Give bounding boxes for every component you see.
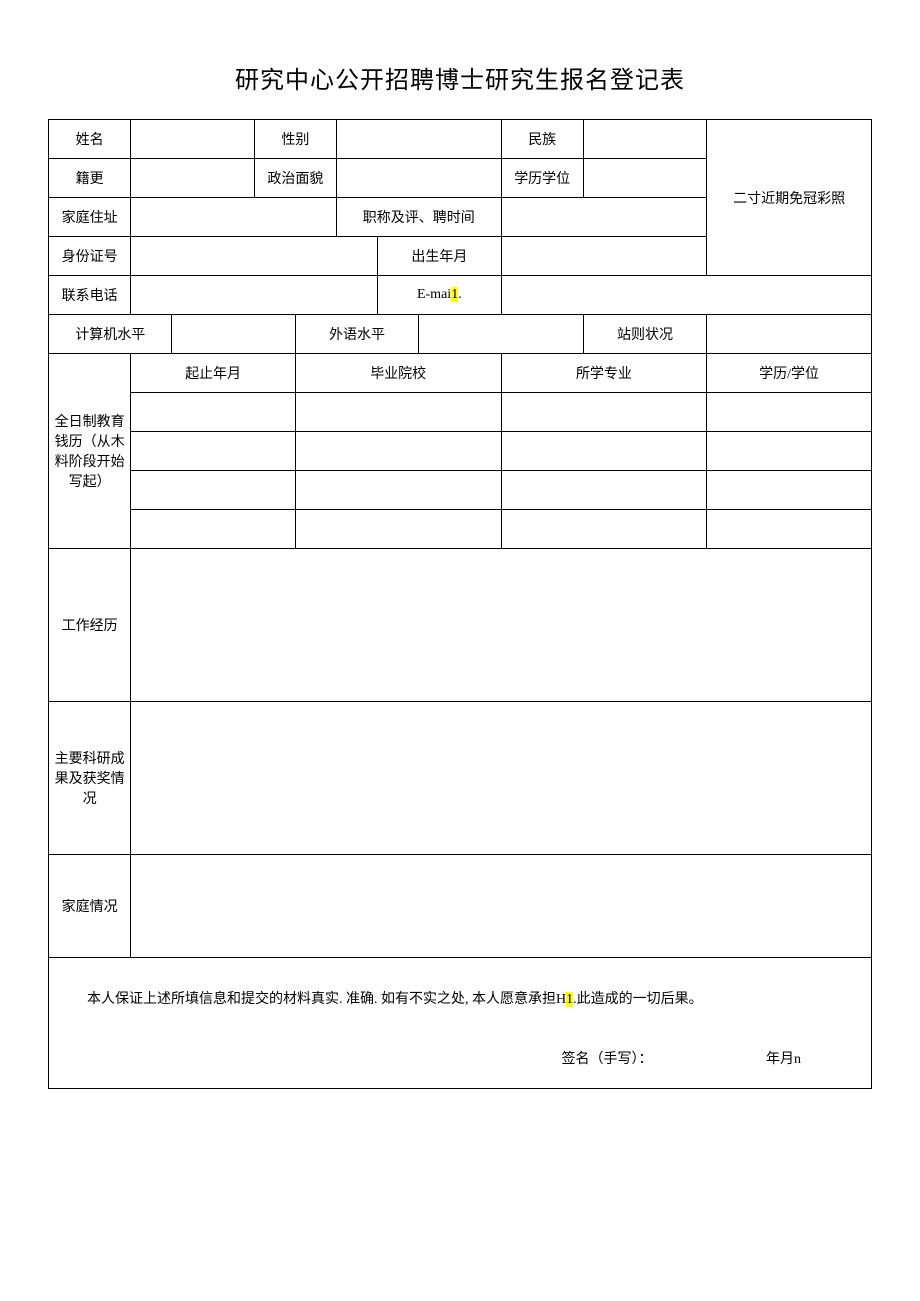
edu-row3-period[interactable] [131,471,296,510]
label-birth: 出生年月 [378,237,501,276]
input-title-time[interactable] [501,198,707,237]
input-work-history[interactable] [131,549,872,702]
label-title-time: 职称及评、聘时间 [336,198,501,237]
edu-row1-period[interactable] [131,393,296,432]
date-label: 年月n [766,1052,801,1067]
edu-row2-degree[interactable] [707,432,872,471]
input-native[interactable] [131,159,254,198]
input-address[interactable] [131,198,337,237]
input-computer[interactable] [172,315,295,354]
col-period: 起止年月 [131,354,296,393]
input-birth[interactable] [501,237,707,276]
signature-line: 签名（手写）： 年月n [59,1048,861,1068]
label-station-status: 站则状况 [583,315,706,354]
label-computer: 计算机水平 [49,315,172,354]
declaration-block: 本人保证上述所填信息和提交的材料真实. 准确. 如有不实之处, 本人愿意承担H1… [49,958,872,1089]
edu-row2-major[interactable] [501,432,707,471]
edu-row2-school[interactable] [295,432,501,471]
registration-form: 姓名 性别 民族 二寸近期免冠彩照 籍更 政治面貌 学历学位 家庭住址 职称及评… [48,119,872,1089]
edu-row3-degree[interactable] [707,471,872,510]
input-gender[interactable] [336,120,501,159]
edu-row1-major[interactable] [501,393,707,432]
label-edu-degree: 学历学位 [501,159,583,198]
input-email[interactable] [501,276,871,315]
input-idnum[interactable] [131,237,378,276]
col-major: 所学专业 [501,354,707,393]
label-gender: 性别 [254,120,336,159]
edu-row4-degree[interactable] [707,510,872,549]
input-research-awards[interactable] [131,702,872,855]
label-email: E-mai1. [378,276,501,315]
label-political: 政治面貌 [254,159,336,198]
label-research-awards: 主要科研成果及获奖情况 [49,702,131,855]
edu-row4-school[interactable] [295,510,501,549]
col-degree: 学历/学位 [707,354,872,393]
edu-row2-period[interactable] [131,432,296,471]
label-phone: 联系电话 [49,276,131,315]
input-name[interactable] [131,120,254,159]
input-station-status[interactable] [707,315,872,354]
input-ethnicity[interactable] [583,120,706,159]
label-family: 家庭情况 [49,855,131,958]
input-family[interactable] [131,855,872,958]
label-native: 籍更 [49,159,131,198]
input-phone[interactable] [131,276,378,315]
edu-row4-major[interactable] [501,510,707,549]
declaration-text: 本人保证上述所填信息和提交的材料真实. 准确. 如有不实之处, 本人愿意承担H1… [59,988,861,1008]
photo-box[interactable]: 二寸近期免冠彩照 [707,120,872,276]
sign-label: 签名（手写）： [562,1052,653,1067]
input-political[interactable] [336,159,501,198]
input-edu-degree[interactable] [583,159,706,198]
col-school: 毕业院校 [295,354,501,393]
label-edu-block: 全日制教育钱历（从木料阶段开始写起） [49,354,131,549]
label-name: 姓名 [49,120,131,159]
label-idnum: 身份证号 [49,237,131,276]
edu-row1-degree[interactable] [707,393,872,432]
edu-row3-school[interactable] [295,471,501,510]
input-foreign-lang[interactable] [419,315,584,354]
label-work-history: 工作经历 [49,549,131,702]
edu-row3-major[interactable] [501,471,707,510]
edu-row1-school[interactable] [295,393,501,432]
label-ethnicity: 民族 [501,120,583,159]
edu-row4-period[interactable] [131,510,296,549]
label-address: 家庭住址 [49,198,131,237]
label-foreign-lang: 外语水平 [295,315,418,354]
page-title: 研究中心公开招聘博士研究生报名登记表 [48,60,872,95]
